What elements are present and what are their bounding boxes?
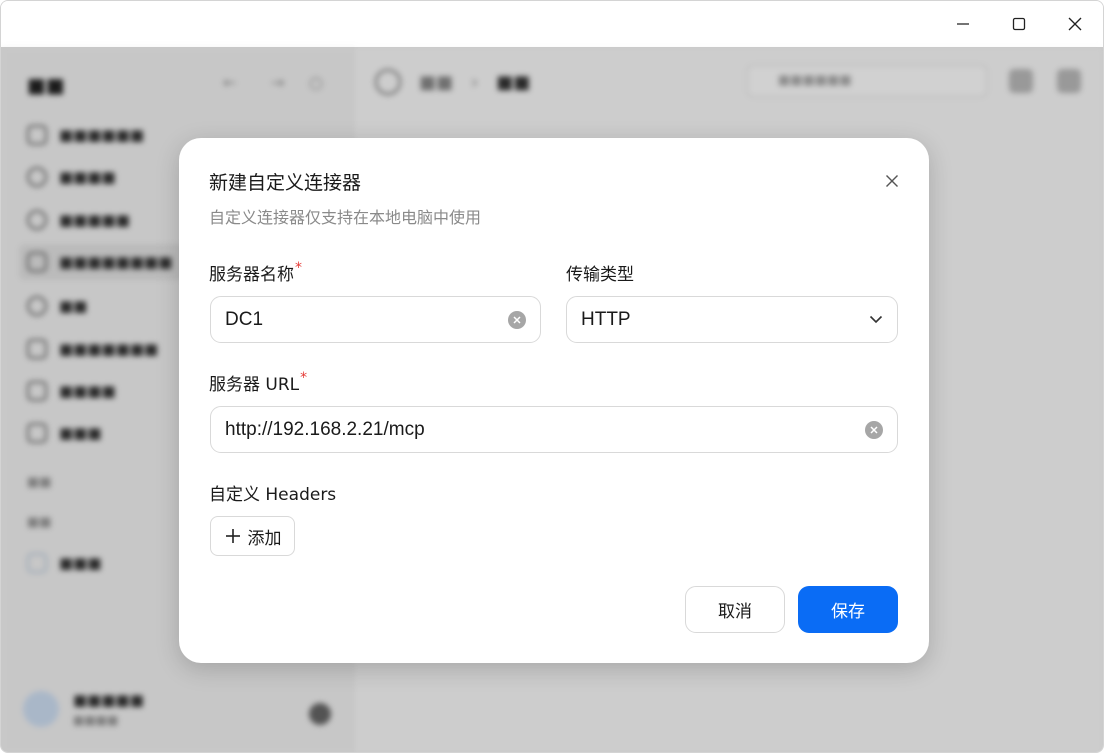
required-mark: * — [295, 260, 302, 276]
add-header-button[interactable]: 添加 — [210, 516, 295, 556]
transport-type-label: 传输类型 — [566, 265, 634, 285]
server-name-field[interactable] — [210, 296, 541, 343]
required-mark: * — [300, 370, 308, 386]
custom-connector-dialog: 新建自定义连接器 自定义连接器仅支持在本地电脑中使用 服务器名称* 传输类型 H… — [179, 138, 929, 663]
server-name-input[interactable] — [225, 297, 508, 342]
dialog-subtitle: 自定义连接器仅支持在本地电脑中使用 — [209, 208, 482, 227]
clear-icon[interactable] — [865, 420, 883, 439]
custom-headers-label: 自定义 Headers — [209, 485, 337, 505]
minimize-button[interactable] — [935, 1, 991, 47]
minimize-icon — [957, 23, 969, 25]
close-icon — [886, 175, 898, 187]
clear-icon[interactable] — [508, 310, 526, 329]
transport-type-select[interactable]: HTTP — [566, 296, 898, 343]
title-bar — [1, 1, 1103, 47]
server-url-label: 服务器 URL* — [209, 370, 308, 395]
cancel-button[interactable]: 取消 — [685, 586, 785, 633]
dialog-close-button[interactable] — [879, 168, 905, 194]
server-url-input[interactable] — [225, 407, 865, 452]
server-url-field[interactable] — [210, 406, 898, 453]
maximize-button[interactable] — [991, 1, 1047, 47]
app-window: ■■ ← → ○ ■■■■■■ ■■■■ ■■■■■ ■■■■■■■■ ■■ ■… — [0, 0, 1104, 753]
transport-type-value: HTTP — [581, 308, 631, 330]
plus-icon — [224, 527, 242, 545]
save-button[interactable]: 保存 — [798, 586, 898, 633]
maximize-icon — [1012, 17, 1026, 31]
chevron-down-icon — [869, 315, 883, 324]
add-header-label: 添加 — [247, 528, 282, 549]
dialog-title: 新建自定义连接器 — [209, 172, 362, 194]
close-icon — [1068, 17, 1082, 31]
server-name-label: 服务器名称* — [209, 260, 302, 285]
close-window-button[interactable] — [1047, 1, 1103, 47]
